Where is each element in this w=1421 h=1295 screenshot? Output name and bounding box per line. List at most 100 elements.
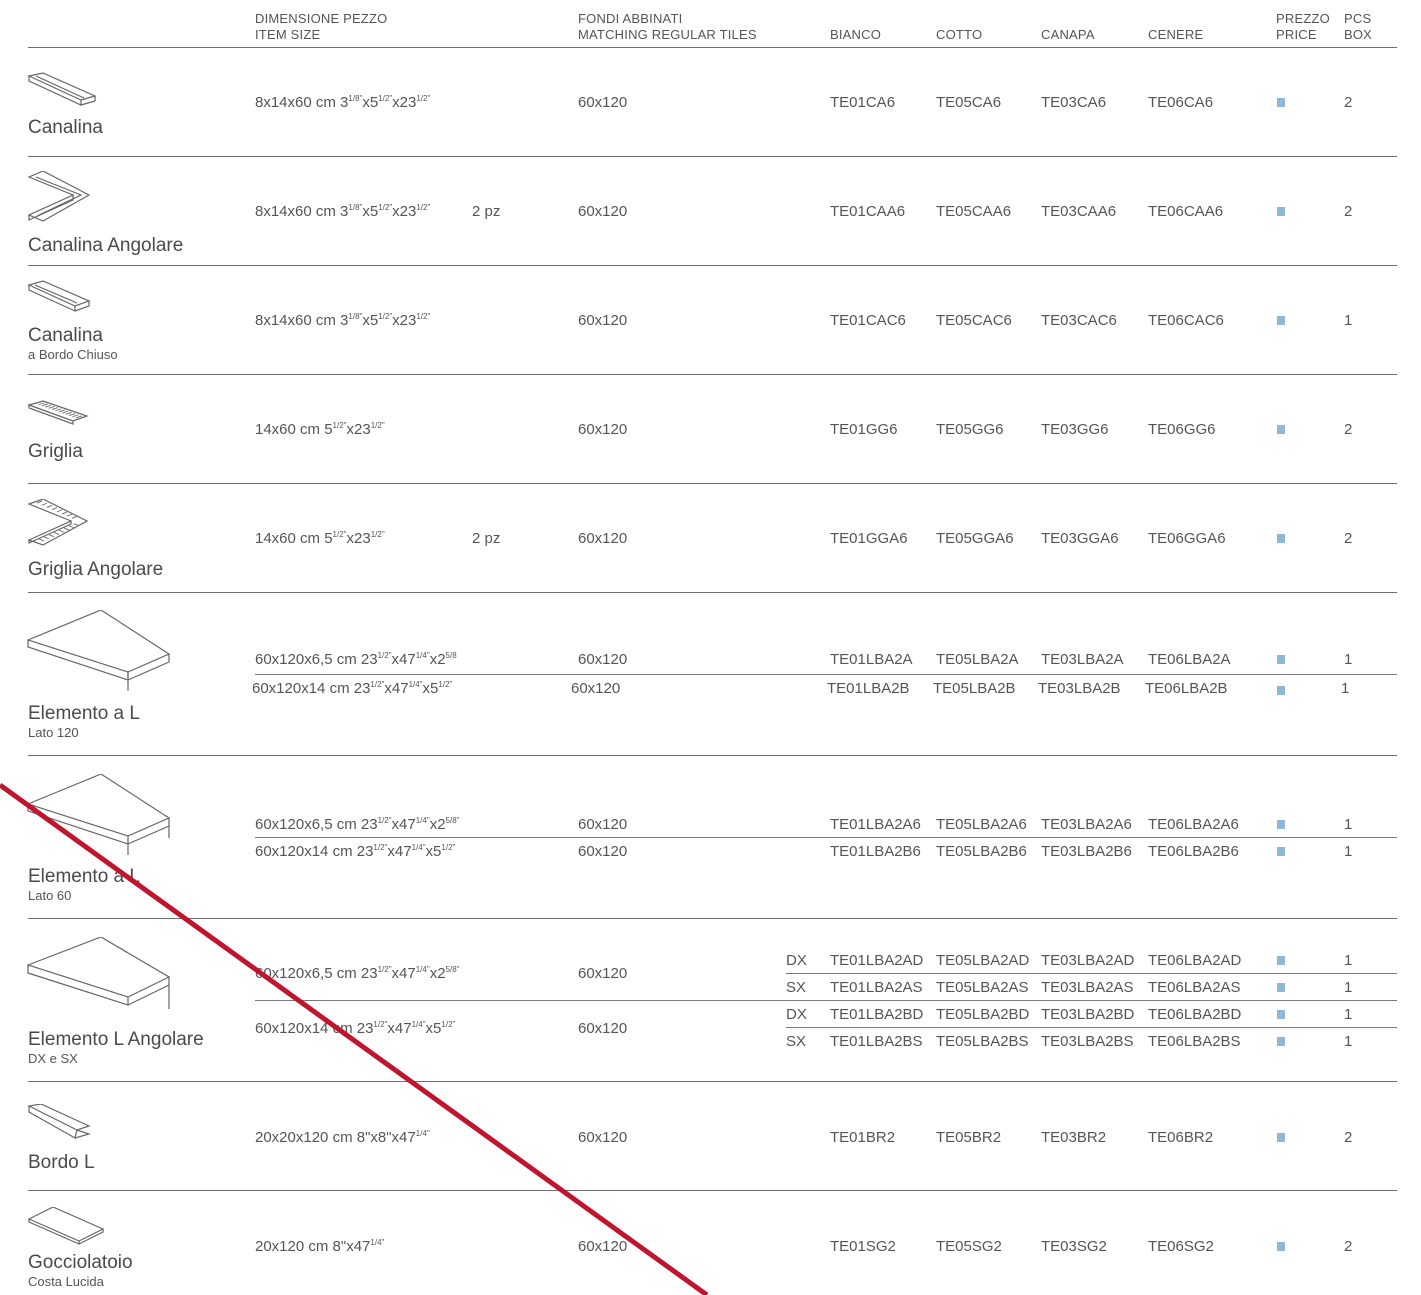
product-7-row-match: 60x120 xyxy=(578,816,628,833)
product-8-size: 60x120x14 cm 231/2"x471/4"x51/2" xyxy=(255,1020,456,1037)
product-6-name: Elemento a L xyxy=(28,703,140,724)
price-marker xyxy=(1277,686,1285,695)
product-9-row-code: TE05BR2 xyxy=(936,1129,1002,1146)
product-5-row-code: TE05GGA6 xyxy=(936,530,1014,547)
closed-channel-icon xyxy=(27,280,91,316)
product-8-row-code: TE01LBA2AS xyxy=(830,979,923,996)
product-8-row-divider xyxy=(255,1000,1397,1001)
product-8-row-code: TE03LBA2BS xyxy=(1041,1033,1134,1050)
product-9-name: Bordo L xyxy=(28,1152,95,1173)
header-match-it: FONDI ABBINATI xyxy=(578,11,683,26)
product-7-row-code: TE06LBA2B6 xyxy=(1148,843,1239,860)
product-6-row-box: 1 xyxy=(1344,651,1353,668)
section-divider xyxy=(28,1190,1397,1191)
product-1-row-code: TE05CA6 xyxy=(936,94,1002,111)
product-8-row-box: 1 xyxy=(1344,952,1353,969)
product-6-row-code: TE05LBA2A xyxy=(936,651,1019,668)
product-10-row-size: 20x120 cm 8"x471/4" xyxy=(255,1238,385,1255)
product-5-row-qty: 2 pz xyxy=(472,530,501,547)
header-box-it: PCS xyxy=(1344,11,1372,26)
product-9-row-code: TE03BR2 xyxy=(1041,1129,1107,1146)
product-4-row-code: TE05GG6 xyxy=(936,421,1004,438)
product-6-box: 1 xyxy=(1341,680,1350,697)
product-4-row-box: 2 xyxy=(1344,421,1353,438)
product-1-row-code: TE03CA6 xyxy=(1041,94,1107,111)
product-8-row-box: 1 xyxy=(1344,979,1353,996)
product-2-row-code: TE06CAA6 xyxy=(1148,203,1224,220)
product-8-row-code: TE03LBA2BD xyxy=(1041,1006,1135,1023)
product-6-match: 60x120 xyxy=(571,680,621,697)
channel-icon xyxy=(27,72,97,108)
product-7-row-code: TE05LBA2A6 xyxy=(936,816,1027,833)
product-8-row-code: TE01LBA2BS xyxy=(830,1033,923,1050)
product-4-row-size: 14x60 cm 51/2"x231/2" xyxy=(255,421,385,438)
product-6-code: TE05LBA2B xyxy=(933,680,1016,697)
product-3-row-match: 60x120 xyxy=(578,312,628,329)
product-6-row-code: TE03LBA2A xyxy=(1041,651,1124,668)
header-canapa: CANAPA xyxy=(1041,27,1095,42)
price-marker xyxy=(1277,847,1285,856)
product-7-row-code: TE01LBA2B6 xyxy=(830,843,921,860)
price-marker xyxy=(1277,425,1285,434)
price-marker xyxy=(1277,207,1285,216)
product-2-row-size: 8x14x60 cm 31/8"x51/2"x231/2" xyxy=(255,203,431,220)
product-7-row-divider xyxy=(255,837,1397,838)
product-5-row-match: 60x120 xyxy=(578,530,628,547)
section-divider xyxy=(28,156,1397,157)
product-8-name: Elemento L Angolare xyxy=(28,1029,204,1050)
header-size-it: DIMENSIONE PEZZO xyxy=(255,11,388,26)
product-8-row-code: TE05LBA2BS xyxy=(936,1033,1029,1050)
product-5-row-code: TE06GGA6 xyxy=(1148,530,1226,547)
product-4-row-code: TE03GG6 xyxy=(1041,421,1109,438)
price-marker xyxy=(1277,956,1285,965)
product-7-name: Elemento a L xyxy=(28,866,140,887)
product-5-row-code: TE01GGA6 xyxy=(830,530,908,547)
product-10-row-box: 2 xyxy=(1344,1238,1353,1255)
price-marker xyxy=(1277,655,1285,664)
product-7-row-code: TE05LBA2B6 xyxy=(936,843,1027,860)
price-marker xyxy=(1277,820,1285,829)
product-8-row-code: TE06LBA2AS xyxy=(1148,979,1241,996)
product-8-match: 60x120 xyxy=(578,965,628,982)
product-5-row-size: 14x60 cm 51/2"x231/2" xyxy=(255,530,385,547)
product-4-row-code: TE01GG6 xyxy=(830,421,898,438)
section-divider xyxy=(28,592,1397,593)
product-6-code: TE01LBA2B xyxy=(827,680,910,697)
product-8-row-side: DX xyxy=(786,952,807,969)
product-8-row-side: SX xyxy=(786,1033,807,1050)
product-7-row-size: 60x120x14 cm 231/2"x471/4"x51/2" xyxy=(255,843,456,860)
product-6-row-code: TE01LBA2A xyxy=(830,651,913,668)
product-8-row-code: TE03LBA2AD xyxy=(1041,952,1135,969)
product-7-row-code: TE03LBA2A6 xyxy=(1041,816,1132,833)
product-3-subtitle: a Bordo Chiuso xyxy=(28,347,118,362)
product-3-row-code: TE03CAC6 xyxy=(1041,312,1117,329)
cancel-stroke xyxy=(0,782,709,1295)
product-10-row-code: TE01SG2 xyxy=(830,1238,896,1255)
product-9-row-box: 2 xyxy=(1344,1129,1353,1146)
product-6-row-code: TE06LBA2A xyxy=(1148,651,1231,668)
section-divider xyxy=(28,1081,1397,1082)
product-8-row-code: TE01LBA2AD xyxy=(830,952,924,969)
product-8-row-side: DX xyxy=(786,1006,807,1023)
product-8-row-box: 1 xyxy=(1344,1033,1353,1050)
product-5-name: Griglia Angolare xyxy=(28,559,164,580)
price-marker xyxy=(1277,98,1285,107)
product-8-row-code: TE06LBA2BS xyxy=(1148,1033,1241,1050)
price-marker xyxy=(1277,1010,1285,1019)
price-marker xyxy=(1277,1037,1285,1046)
grate-icon xyxy=(27,400,89,426)
product-6-code: TE06LBA2B xyxy=(1145,680,1228,697)
product-10-row-code: TE05SG2 xyxy=(936,1238,1002,1255)
product-2-row-code: TE05CAA6 xyxy=(936,203,1012,220)
product-7-row-code: TE03LBA2B6 xyxy=(1041,843,1132,860)
product-3-name: Canalina xyxy=(28,325,103,346)
product-7-row-code: TE06LBA2A6 xyxy=(1148,816,1239,833)
product-8-row-divider xyxy=(786,973,1397,974)
product-6-size: 60x120x14 cm 231/2"x471/4"x51/2" xyxy=(252,680,453,697)
product-2-row-code: TE03CAA6 xyxy=(1041,203,1117,220)
price-marker xyxy=(1277,1133,1285,1142)
product-1-row-code: TE01CA6 xyxy=(830,94,896,111)
product-1-row-box: 2 xyxy=(1344,94,1353,111)
product-8-row-divider xyxy=(786,1027,1397,1028)
product-8-size: 60x120x6,5 cm 231/2"x471/4"x25/8" xyxy=(255,965,460,982)
